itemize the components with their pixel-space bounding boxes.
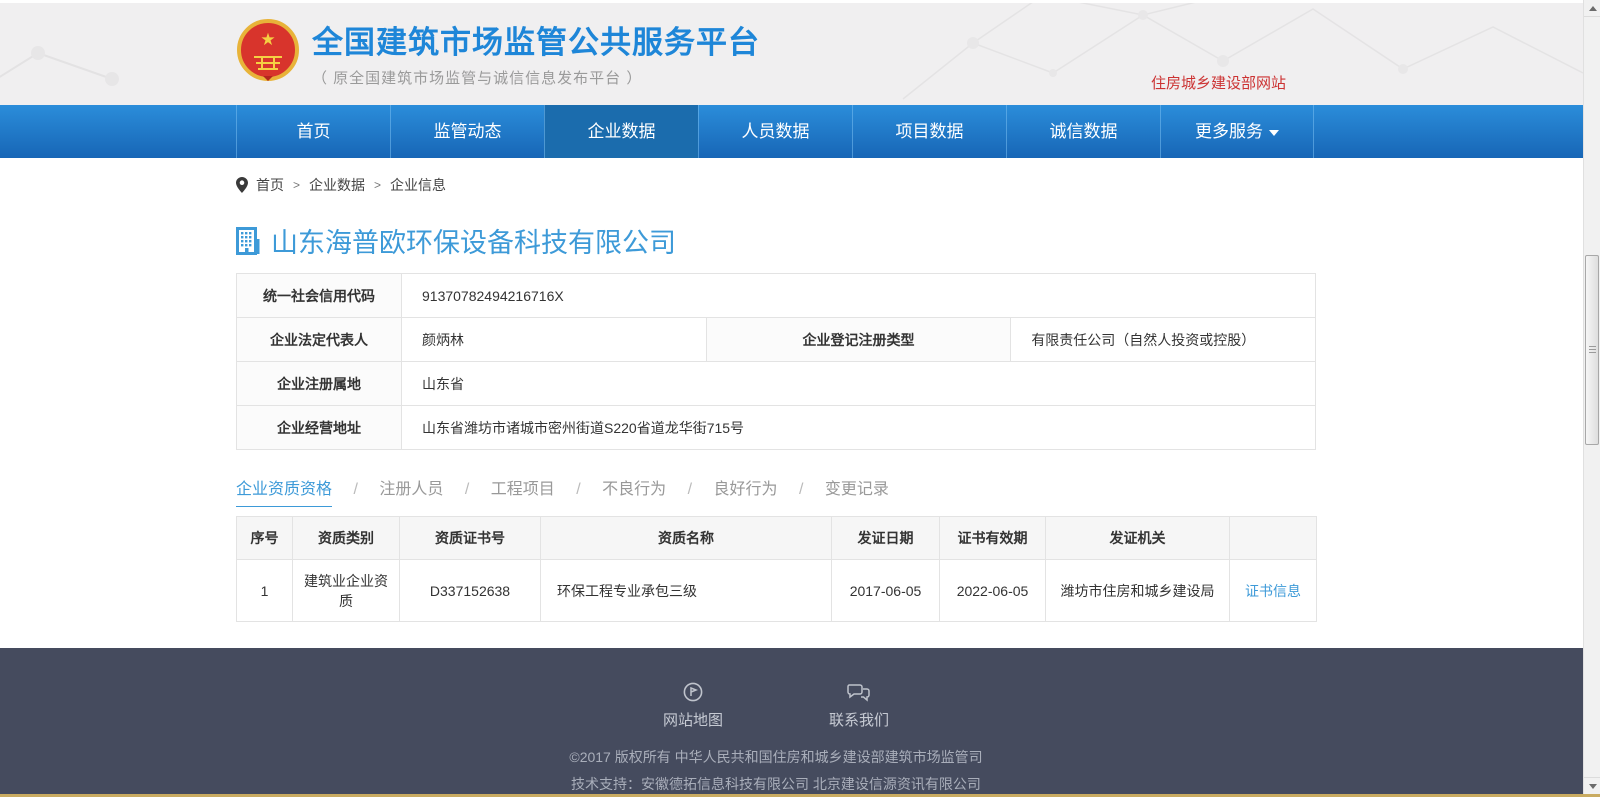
sitemap-compass-icon: [683, 682, 703, 702]
footer: 网站地图 联系我们 ©2017 版权所有 中华人民共和国住房和城乡建设部建筑市场…: [0, 648, 1583, 797]
certificate-info-link[interactable]: 证书信息: [1245, 583, 1301, 599]
tab-separator: /: [688, 481, 692, 498]
cell-category: 建筑业企业资质: [293, 560, 400, 622]
page-viewport: ★ 全国建筑市场监管公共服务平台 （ 原全国建筑市场监管与诚信信息发布平台 ） …: [0, 0, 1583, 797]
company-info-table: 统一社会信用代码 91370782494216716X 企业法定代表人 颜炳林 …: [236, 273, 1316, 450]
svg-text:★: ★: [260, 30, 275, 49]
nav-item-integrity-data[interactable]: 诚信数据: [1006, 105, 1160, 158]
breadcrumb-enterprise-data[interactable]: 企业数据: [309, 175, 365, 195]
tab-separator: /: [465, 481, 469, 498]
legal-rep-value: 颜炳林: [402, 318, 707, 362]
chevron-down-icon: [1269, 130, 1279, 136]
reg-type-label: 企业登记注册类型: [706, 318, 1011, 362]
nav-item-supervision-news[interactable]: 监管动态: [390, 105, 544, 158]
col-name: 资质名称: [541, 517, 832, 560]
cell-seq: 1: [237, 560, 293, 622]
info-row-credit-code: 统一社会信用代码 91370782494216716X: [237, 274, 1316, 318]
col-issue-date: 发证日期: [832, 517, 940, 560]
breadcrumb-separator: >: [374, 178, 381, 192]
building-icon: [236, 227, 261, 255]
nav-item-enterprise-data[interactable]: 企业数据: [544, 105, 698, 158]
cell-issue-date: 2017-06-05: [832, 560, 940, 622]
scrollbar-down-button[interactable]: [1584, 777, 1600, 794]
location-pin-icon: [236, 177, 248, 193]
breadcrumb: 首页 > 企业数据 > 企业信息: [236, 175, 1583, 195]
info-row-address: 企业经营地址 山东省潍坊市诸城市密州街道S220省道龙华街715号: [237, 406, 1316, 450]
nav-item-more-label: 更多服务: [1195, 122, 1263, 141]
region-label: 企业注册属地: [237, 362, 402, 406]
tab-registered-personnel[interactable]: 注册人员: [379, 475, 443, 506]
region-value: 山东省: [402, 362, 1316, 406]
sitemap-label: 网站地图: [663, 709, 723, 730]
cell-name: 环保工程专业承包三级: [541, 560, 832, 622]
tab-good-behavior[interactable]: 良好行为: [714, 475, 778, 506]
address-value: 山东省潍坊市诸城市密州街道S220省道龙华街715号: [402, 406, 1316, 450]
breadcrumb-separator: >: [293, 178, 300, 192]
address-label: 企业经营地址: [237, 406, 402, 450]
vertical-scrollbar[interactable]: [1583, 0, 1600, 797]
col-authority: 发证机关: [1046, 517, 1230, 560]
tab-separator: /: [799, 481, 803, 498]
scrollbar-up-button[interactable]: [1584, 0, 1600, 17]
col-actions: [1230, 517, 1317, 560]
breadcrumb-home[interactable]: 首页: [256, 175, 284, 195]
national-emblem-icon: ★: [236, 19, 300, 87]
cell-valid-until: 2022-06-05: [940, 560, 1046, 622]
qualification-table: 序号 资质类别 资质证书号 资质名称 发证日期 证书有效期 发证机关 1 建筑业…: [236, 516, 1317, 622]
site-subtitle: （ 原全国建筑市场监管与诚信信息发布平台 ）: [312, 67, 760, 88]
scrollbar-grip-icon: [1589, 346, 1596, 355]
nav-item-more-services[interactable]: 更多服务: [1160, 105, 1314, 158]
copyright-text: ©2017 版权所有 中华人民共和国住房和城乡建设部建筑市场监管司: [236, 747, 1316, 767]
nav-item-personnel-data[interactable]: 人员数据: [698, 105, 852, 158]
tab-bad-behavior[interactable]: 不良行为: [602, 475, 666, 506]
qual-header-row: 序号 资质类别 资质证书号 资质名称 发证日期 证书有效期 发证机关: [237, 517, 1317, 560]
nav-item-project-data[interactable]: 项目数据: [852, 105, 1006, 158]
cell-cert-no: D337152638: [400, 560, 541, 622]
contact-us-link[interactable]: 联系我们: [829, 682, 889, 730]
site-header: ★ 全国建筑市场监管公共服务平台 （ 原全国建筑市场监管与诚信信息发布平台 ） …: [0, 3, 1583, 105]
credit-code-label: 统一社会信用代码: [237, 274, 402, 318]
col-seq: 序号: [237, 517, 293, 560]
info-row-legal-rep: 企业法定代表人 颜炳林 企业登记注册类型 有限责任公司（自然人投资或控股）: [237, 318, 1316, 362]
contact-chat-icon: [847, 682, 871, 702]
tech-support-text: 技术支持：安徽德拓信息科技有限公司 北京建设信源资讯有限公司: [236, 774, 1316, 794]
scroll-down-icon: [1589, 784, 1597, 789]
site-title: 全国建筑市场监管公共服务平台: [312, 25, 760, 61]
legal-rep-label: 企业法定代表人: [237, 318, 402, 362]
tab-separator: /: [353, 481, 357, 498]
cell-authority: 潍坊市住房和城乡建设局: [1046, 560, 1230, 622]
tab-qualifications[interactable]: 企业资质资格: [236, 475, 332, 507]
credit-code-value: 91370782494216716X: [402, 274, 1316, 318]
tab-projects[interactable]: 工程项目: [491, 475, 555, 506]
info-row-region: 企业注册属地 山东省: [237, 362, 1316, 406]
nav-item-home[interactable]: 首页: [236, 105, 390, 158]
company-name: 山东海普欧环保设备科技有限公司: [271, 221, 676, 260]
detail-tabs: 企业资质资格 / 注册人员 / 工程项目 / 不良行为 / 良好行为 / 变更记…: [236, 475, 1583, 501]
main-nav: 首页 监管动态 企业数据 人员数据 项目数据 诚信数据 更多服务: [0, 105, 1583, 158]
tab-separator: /: [576, 481, 580, 498]
scrollbar-thumb[interactable]: [1585, 255, 1599, 445]
col-cert-no: 资质证书号: [400, 517, 541, 560]
tab-change-records[interactable]: 变更记录: [825, 475, 889, 506]
reg-type-value: 有限责任公司（自然人投资或控股）: [1011, 318, 1316, 362]
contact-us-label: 联系我们: [829, 709, 889, 730]
col-valid-until: 证书有效期: [940, 517, 1046, 560]
col-category: 资质类别: [293, 517, 400, 560]
ministry-site-link[interactable]: 住房城乡建设部网站: [1151, 72, 1286, 93]
breadcrumb-enterprise-info[interactable]: 企业信息: [390, 175, 446, 195]
sitemap-link[interactable]: 网站地图: [663, 682, 723, 730]
scroll-up-icon: [1589, 6, 1597, 11]
table-row: 1 建筑业企业资质 D337152638 环保工程专业承包三级 2017-06-…: [237, 560, 1317, 622]
